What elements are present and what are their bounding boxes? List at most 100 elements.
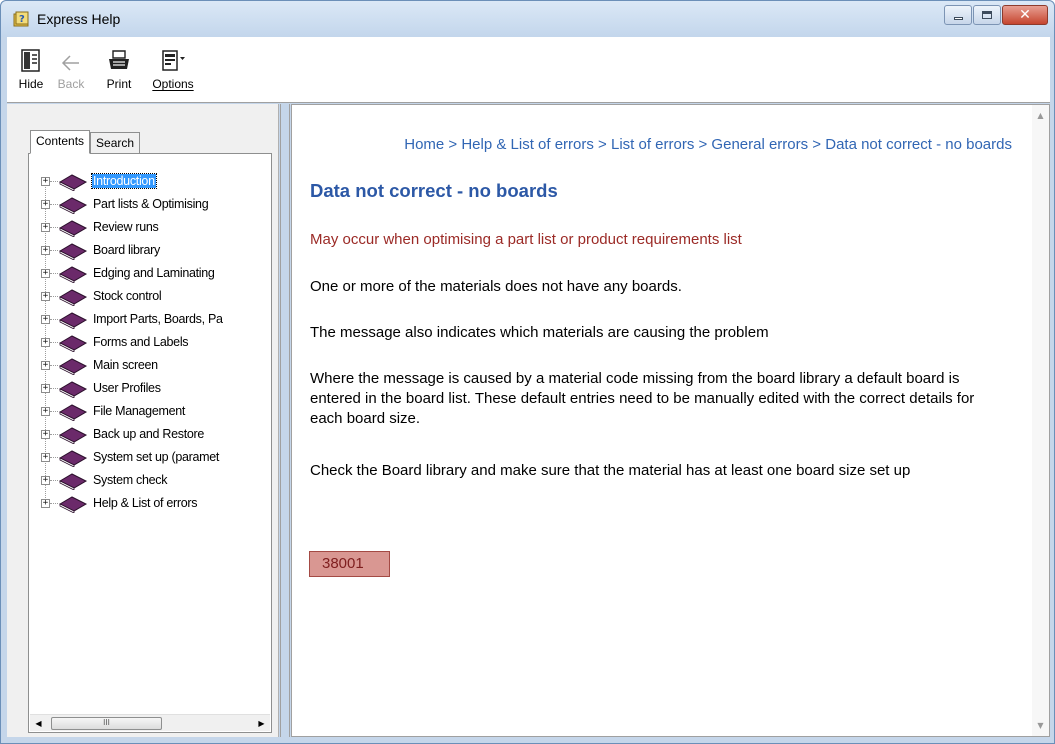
options-icon [162, 50, 185, 71]
error-code-badge: 38001 [309, 551, 390, 577]
closed-book-icon [58, 243, 88, 260]
contents-tree-panel: + Introduction + Part lists & Optimising + Re… [28, 153, 272, 733]
tree-item-label: Introduction [91, 173, 157, 189]
paragraph-1: One or more of the materials does not ha… [310, 278, 682, 295]
window-controls: ✕ [943, 5, 1048, 25]
tree-connector [50, 434, 58, 435]
paragraph-3: Where the message is caused by a materia… [310, 370, 975, 427]
tree-connector [50, 411, 58, 412]
tree-connector [50, 365, 58, 366]
expand-icon[interactable]: + [41, 453, 50, 462]
minimize-icon [954, 17, 963, 20]
topic-content: Home > Help & List of errors > List of e… [291, 104, 1050, 737]
tree-item[interactable]: + Stock control [33, 287, 267, 310]
tree-item[interactable]: + Introduction [33, 172, 267, 195]
closed-book-icon [58, 289, 88, 306]
nav-tabs: Contents Search [30, 130, 141, 154]
horizontal-scrollbar[interactable]: ◀ III ▶ [30, 714, 270, 731]
tree-item-label: Edging and Laminating [93, 266, 215, 280]
expand-icon[interactable]: + [41, 384, 50, 393]
printer-icon [109, 50, 129, 69]
closed-book-icon [58, 197, 88, 214]
expand-icon[interactable]: + [41, 292, 50, 301]
tree-item[interactable]: + Edging and Laminating [33, 264, 267, 287]
tree-item-label: Stock control [93, 289, 162, 303]
expand-icon[interactable]: + [41, 338, 50, 347]
close-icon: ✕ [1019, 7, 1031, 23]
tree-connector [50, 457, 58, 458]
tree-connector [50, 227, 58, 228]
tree-item-label: Back up and Restore [93, 427, 205, 441]
tree-item[interactable]: + System set up (paramet [33, 448, 267, 471]
toolbar: Hide Back Print Options [7, 37, 1050, 103]
expand-icon[interactable]: + [41, 177, 50, 186]
tree-connector [50, 181, 58, 182]
closed-book-icon [58, 427, 88, 444]
print-label: Print [106, 77, 132, 91]
svg-text:?: ? [19, 14, 25, 25]
expand-icon[interactable]: + [41, 430, 50, 439]
expand-icon[interactable]: + [41, 269, 50, 278]
expand-icon[interactable]: + [41, 315, 50, 324]
title-bar[interactable]: ? Express Help ✕ [1, 1, 1054, 37]
tree-item[interactable]: + Back up and Restore [33, 425, 267, 448]
expand-icon[interactable]: + [41, 499, 50, 508]
print-button[interactable]: Print [97, 47, 141, 91]
expand-icon[interactable]: + [41, 361, 50, 370]
tree-item[interactable]: + Review runs [33, 218, 267, 241]
hide-pane-icon [21, 49, 40, 72]
tree-item-label: Forms and Labels [93, 335, 189, 349]
scroll-right-icon[interactable]: ▶ [253, 715, 270, 732]
tab-search-label: Search [96, 136, 135, 150]
minimize-button[interactable] [944, 5, 972, 25]
tree-item[interactable]: + Help & List of errors [33, 494, 267, 517]
tree-connector [50, 480, 58, 481]
navigation-pane: Contents Search + Introduction + Part lists… [7, 104, 279, 737]
back-button[interactable]: Back [49, 47, 93, 91]
vertical-scrollbar[interactable]: ▲ ▼ [1032, 105, 1049, 736]
topic-subtitle: May occur when optimising a part list or… [310, 231, 742, 248]
tree-connector [50, 250, 58, 251]
tree-connector [50, 342, 58, 343]
expand-icon[interactable]: + [41, 476, 50, 485]
closed-book-icon [58, 266, 88, 283]
tree-item[interactable]: + Part lists & Optimising [33, 195, 267, 218]
closed-book-icon [58, 312, 88, 329]
tree-item[interactable]: + Forms and Labels [33, 333, 267, 356]
close-button[interactable]: ✕ [1002, 5, 1048, 25]
expand-icon[interactable]: + [41, 246, 50, 255]
breadcrumb[interactable]: Home > Help & List of errors > List of e… [317, 135, 1012, 155]
closed-book-icon [58, 220, 88, 237]
tree-item-label: User Profiles [93, 381, 161, 395]
expand-icon[interactable]: + [41, 200, 50, 209]
options-button[interactable]: Options [143, 47, 203, 91]
back-arrow-icon [61, 55, 79, 71]
tree-item[interactable]: + Import Parts, Boards, Pa [33, 310, 267, 333]
tree-connector [50, 273, 58, 274]
scroll-down-icon[interactable]: ▼ [1032, 717, 1049, 734]
tree-item-label: System check [93, 473, 168, 487]
tree-item[interactable]: + Board library [33, 241, 267, 264]
tree-item[interactable]: + Main screen [33, 356, 267, 379]
tab-search[interactable]: Search [90, 132, 141, 154]
expand-icon[interactable]: + [41, 223, 50, 232]
closed-book-icon [58, 381, 88, 398]
tree-item-label: Main screen [93, 358, 158, 372]
tab-contents[interactable]: Contents [30, 130, 91, 154]
scroll-left-icon[interactable]: ◀ [30, 715, 47, 732]
expand-icon[interactable]: + [41, 407, 50, 416]
paragraph-4: Check the Board library and make sure th… [310, 462, 911, 479]
tree-item[interactable]: + User Profiles [33, 379, 267, 402]
window-title: Express Help [37, 11, 121, 27]
tree-connector [50, 296, 58, 297]
tree-item-label: Part lists & Optimising [93, 197, 209, 211]
tree-item[interactable]: + System check [33, 471, 267, 494]
back-label: Back [57, 77, 85, 91]
maximize-button[interactable] [973, 5, 1001, 25]
scroll-thumb[interactable]: III [51, 717, 162, 730]
tree-item-label: File Management [93, 404, 186, 418]
pane-splitter[interactable] [280, 104, 290, 737]
tree-item[interactable]: + File Management [33, 402, 267, 425]
scroll-up-icon[interactable]: ▲ [1032, 107, 1049, 124]
hide-button[interactable]: Hide [9, 47, 53, 91]
